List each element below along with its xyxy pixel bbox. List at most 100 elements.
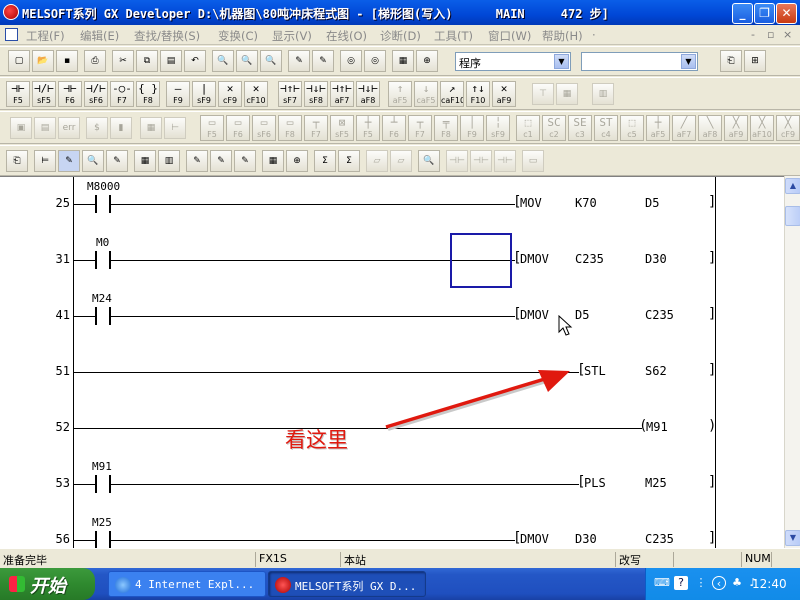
menu-edit[interactable]: 编辑(E): [80, 28, 119, 44]
sfc-step-icon[interactable]: ▣: [10, 117, 32, 139]
close-button[interactable]: ✕: [776, 3, 797, 24]
line-delete-button[interactable]: ✕ aF9: [492, 81, 516, 107]
delete-hline-button[interactable]: ✕ cF9: [218, 81, 242, 107]
menu-project[interactable]: 工程(F): [26, 28, 65, 44]
zoom-icon[interactable]: ⊕: [416, 50, 438, 72]
instruction-button[interactable]: { } F8: [136, 81, 160, 107]
monitor-start-icon[interactable]: ▱: [390, 150, 412, 172]
ladder-rung[interactable]: 41 M24 [ DMOV D5 C235 ]: [0, 289, 784, 345]
sfc-branch-icon[interactable]: ⊢: [164, 117, 186, 139]
sfc-key-button[interactable]: ╎ sF9: [486, 115, 510, 141]
edit-mode-icon[interactable]: ✎: [106, 150, 128, 172]
monitor-stop-icon[interactable]: ◎: [364, 50, 386, 72]
sfc-key-button[interactable]: ⬚ c1: [516, 115, 540, 141]
vertical-scrollbar[interactable]: ▲ ▼: [784, 176, 800, 548]
start-button[interactable]: 开始: [0, 568, 95, 600]
write-mode-icon[interactable]: ✎: [58, 150, 80, 172]
undo-icon[interactable]: ↶: [184, 50, 206, 72]
sfc-transition-icon[interactable]: ▤: [34, 117, 56, 139]
parallel-nc-button[interactable]: ⊣/⊢ sF6: [84, 81, 108, 107]
ladder-rung[interactable]: 56 M25 [ DMOV D30 C235 ]: [0, 513, 784, 548]
parallel-rising-button[interactable]: ⊣↑⊢ aF7: [330, 81, 354, 107]
open-folder-icon[interactable]: 📂: [32, 50, 54, 72]
write-plc-icon[interactable]: ✎: [288, 50, 310, 72]
find-icon[interactable]: 🔍: [418, 150, 440, 172]
sampling-trace-icon[interactable]: ▱: [366, 150, 388, 172]
menu-tools[interactable]: 工具(T): [434, 28, 473, 44]
sfc-key-button[interactable]: ┬ F7: [408, 115, 432, 141]
menu-find-replace[interactable]: 查找/替换(S): [134, 28, 200, 44]
sfc-key-button[interactable]: ┼ aF5: [646, 115, 670, 141]
restore-button[interactable]: ❐: [754, 3, 775, 24]
plc-read-icon[interactable]: ⎗: [6, 150, 28, 172]
sfc-block-icon[interactable]: ▮: [110, 117, 132, 139]
note-display-icon[interactable]: ✎: [234, 150, 256, 172]
monitor-all-icon[interactable]: ⊣⊢: [446, 150, 468, 172]
device-test-icon[interactable]: Σ: [338, 150, 360, 172]
chevron-down-icon[interactable]: ▼: [554, 54, 569, 69]
zoom-in-icon[interactable]: ⊕: [286, 150, 308, 172]
ladder-rung[interactable]: 25 M8000 [ MOV K70 D5 ]: [0, 177, 784, 233]
sfc-key-button[interactable]: ▭ F6: [226, 115, 250, 141]
minimize-button[interactable]: _: [732, 3, 753, 24]
ladder-mode-icon[interactable]: ⊨: [34, 150, 56, 172]
save-icon[interactable]: ▪: [56, 50, 78, 72]
line-draw-button[interactable]: ↑↓ F10: [466, 81, 490, 107]
menu-convert[interactable]: 变换(C): [218, 28, 258, 44]
rising-pulse-button[interactable]: ⊣↑⊢ sF7: [278, 81, 302, 107]
chevron-down-icon[interactable]: ▼: [681, 54, 696, 69]
coil-button[interactable]: -○- F7: [110, 81, 134, 107]
sfc-key-button[interactable]: ┬ F7: [304, 115, 328, 141]
find-instruction-icon[interactable]: 🔍: [236, 50, 258, 72]
sfc-list-icon[interactable]: ▦: [140, 117, 162, 139]
mdi-close-button[interactable]: ×: [783, 28, 792, 41]
parallel-no-button[interactable]: ⊣⊢ F6: [58, 81, 82, 107]
operation-result-up-button[interactable]: ↑ aF5: [388, 81, 412, 107]
sfc-key-button[interactable]: ╳ aF9: [724, 115, 748, 141]
sfc-jump-icon[interactable]: $: [86, 117, 108, 139]
new-file-icon[interactable]: ▢: [8, 50, 30, 72]
sfc-key-button[interactable]: ┼ F5: [356, 115, 380, 141]
sfc-key-button[interactable]: ╳ aF10: [750, 115, 774, 141]
delete-vline-button[interactable]: ✕ cF10: [244, 81, 268, 107]
sfc-key-button[interactable]: ▭ F5: [200, 115, 224, 141]
taskbar-item-gx-developer[interactable]: MELSOFT系列 GX D...: [268, 571, 426, 597]
read-plc-icon[interactable]: ✎: [312, 50, 334, 72]
scroll-up-icon[interactable]: ▲: [785, 178, 800, 194]
scrollbar-thumb[interactable]: [785, 206, 800, 226]
cut-icon[interactable]: ✂: [112, 50, 134, 72]
monitor-stop-icon[interactable]: ▭: [522, 150, 544, 172]
note-edit-icon[interactable]: ▥: [592, 83, 614, 105]
ladder-editor[interactable]: 25 M8000 [ MOV K70 D5 ] 31 M0 [ DMOV C23…: [0, 176, 784, 548]
sfc-key-button[interactable]: ▭ sF6: [252, 115, 276, 141]
sfc-key-button[interactable]: SE c3: [568, 115, 592, 141]
edit-cursor[interactable]: [450, 233, 512, 288]
ladder-rung[interactable]: 53 M91 [ PLS M25 ]: [0, 457, 784, 513]
project-tree-icon[interactable]: ⊞: [744, 50, 766, 72]
sfc-key-button[interactable]: ⊠ sF5: [330, 115, 354, 141]
expand-tray-icon[interactable]: ‹: [712, 576, 726, 590]
sfc-key-button[interactable]: ST c4: [594, 115, 618, 141]
falling-pulse-button[interactable]: ⊣↓⊢ sF8: [304, 81, 328, 107]
monitor-icon[interactable]: ◎: [340, 50, 362, 72]
hline-button[interactable]: — F9: [166, 81, 190, 107]
vline-button[interactable]: | sF9: [192, 81, 216, 107]
sfc-key-button[interactable]: ╳ cF9: [776, 115, 800, 141]
app-icon[interactable]: [3, 4, 19, 20]
statement-display-icon[interactable]: ✎: [210, 150, 232, 172]
comment-edit-icon[interactable]: ⊤: [532, 83, 554, 105]
mdi-minimize-button[interactable]: -: [751, 28, 755, 41]
sfc-key-button[interactable]: │ F9: [460, 115, 484, 141]
help-icon[interactable]: ?: [674, 576, 688, 590]
alias-display-icon[interactable]: ▦: [262, 150, 284, 172]
mdi-restore-button[interactable]: ▫: [767, 28, 774, 41]
contact-no-button[interactable]: ⊣⊢ F5: [6, 81, 30, 107]
sfc-key-button[interactable]: ╲ aF8: [698, 115, 722, 141]
comment-display-icon[interactable]: ✎: [186, 150, 208, 172]
copy-icon[interactable]: ⧉: [136, 50, 158, 72]
parameter-icon[interactable]: ⎗: [720, 50, 742, 72]
operation-invert-button[interactable]: ↗ caF10: [440, 81, 464, 107]
read-mode-icon[interactable]: 🔍: [82, 150, 104, 172]
ladder-view-icon[interactable]: ▦: [392, 50, 414, 72]
input-method-icon[interactable]: ⋮: [694, 576, 708, 590]
